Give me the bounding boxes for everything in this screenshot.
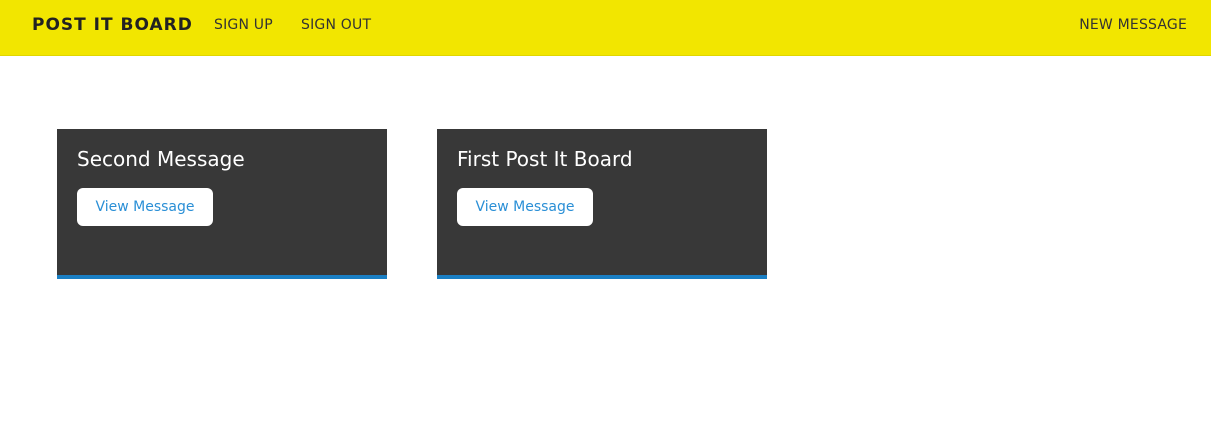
message-title: First Post It Board bbox=[457, 147, 633, 171]
view-message-button[interactable]: View Message bbox=[77, 188, 213, 226]
new-message-link[interactable]: NEW MESSAGE bbox=[1079, 17, 1187, 33]
view-message-button[interactable]: View Message bbox=[457, 188, 593, 226]
message-card: Second Message View Message bbox=[57, 129, 387, 279]
sign-out-link[interactable]: SIGN OUT bbox=[301, 17, 371, 33]
sign-up-link[interactable]: SIGN UP bbox=[214, 17, 273, 33]
message-title: Second Message bbox=[77, 147, 245, 171]
top-navbar: POST IT BOARD SIGN UP SIGN OUT NEW MESSA… bbox=[0, 0, 1211, 56]
message-card: First Post It Board View Message bbox=[437, 129, 767, 279]
brand-link[interactable]: POST IT BOARD bbox=[32, 15, 193, 35]
